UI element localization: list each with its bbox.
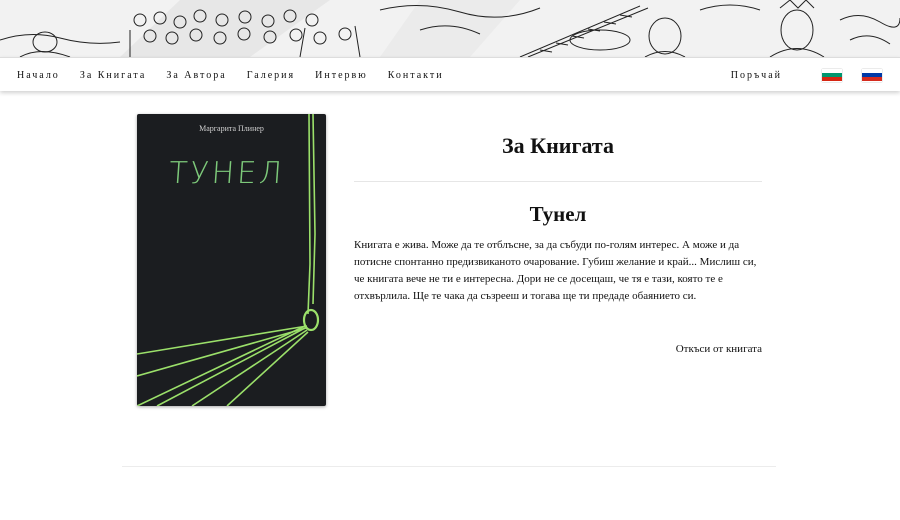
nav-menu: Начало За Книгата За Автора Галерия Инте…	[17, 58, 464, 92]
cover-title: ТУНЕЛ	[167, 156, 286, 191]
book-description: Книгата е жива. Може да те отблъсне, за …	[354, 239, 757, 302]
cover-author: Маргарита Плинер	[199, 124, 264, 133]
nav-item-interview[interactable]: Интервю	[315, 70, 368, 81]
footer-divider	[122, 466, 776, 467]
nav-item-gallery[interactable]: Галерия	[247, 70, 295, 81]
book-info: За Книгата Тунел Книгата е жива. Може да…	[354, 114, 762, 355]
order-link[interactable]: Поръчай	[731, 70, 782, 81]
banner-drawing	[0, 0, 900, 57]
main-navbar: Начало За Книгата За Автора Галерия Инте…	[0, 57, 900, 91]
nav-item-contacts[interactable]: Контакти	[388, 70, 444, 81]
section-divider	[354, 181, 762, 182]
section-title: За Книгата	[502, 133, 614, 158]
book-cover-image: Маргарита Плинер ТУНЕЛ	[137, 114, 326, 406]
bulgarian-flag-icon[interactable]	[822, 68, 842, 82]
excerpts-link[interactable]: Откъси от книгата	[354, 343, 762, 355]
russian-flag-icon[interactable]	[862, 68, 882, 82]
nav-item-about-book[interactable]: За Книгата	[80, 70, 147, 81]
nav-right-group: Поръчай	[731, 58, 882, 92]
nav-item-home[interactable]: Начало	[17, 70, 60, 81]
header-banner-illustration	[0, 0, 900, 57]
book-title: Тунел	[529, 202, 587, 226]
nav-item-about-author[interactable]: За Автора	[166, 70, 226, 81]
